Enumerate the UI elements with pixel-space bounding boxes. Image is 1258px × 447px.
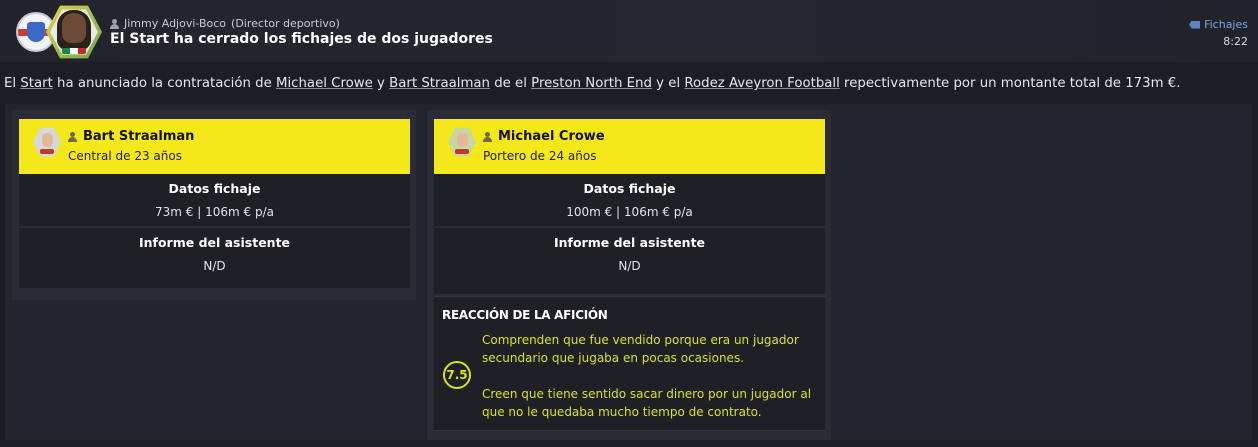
transfer-data-label: Datos fichaje xyxy=(583,181,676,196)
assistant-report-label: Informe del asistente xyxy=(138,235,291,250)
player-avatar xyxy=(33,127,61,157)
message-header: Jimmy Adjovi-Boco (Director deportivo) E… xyxy=(0,0,1258,62)
transfer-data-value: 100m € | 106m € p/a xyxy=(566,205,693,219)
player-description: Portero de 24 años xyxy=(483,149,597,163)
category-link[interactable]: Fichajes xyxy=(1189,18,1248,31)
player-name-text[interactable]: Bart Straalman xyxy=(83,129,194,144)
transfer-data-value: 73m € | 106m € p/a xyxy=(155,205,274,219)
player-link-michael-crowe[interactable]: Michael Crowe xyxy=(276,76,373,91)
body-text: repectivamente por un montante total de … xyxy=(839,76,1181,91)
fan-reaction-section: REACCIÓN DE LA AFICIÓN Comprenden que fu… xyxy=(434,296,825,431)
player-description: Central de 23 años xyxy=(68,149,182,163)
player-name[interactable]: Michael Crowe xyxy=(483,129,605,144)
assistant-report-value: N/D xyxy=(618,259,641,273)
body-text: El xyxy=(4,76,21,91)
club-link-rodez[interactable]: Rodez Aveyron Football xyxy=(684,76,839,91)
player-name-text[interactable]: Michael Crowe xyxy=(498,129,605,144)
transfer-data-label: Datos fichaje xyxy=(168,181,261,196)
sender-line: Jimmy Adjovi-Boco (Director deportivo) xyxy=(110,17,340,30)
body-text: ha anunciado la contratación de xyxy=(52,76,277,91)
player-card-bart-straalman: Bart Straalman Central de 23 años Datos … xyxy=(12,110,416,300)
person-icon xyxy=(483,131,492,142)
divider xyxy=(434,430,825,431)
player-header[interactable]: Bart Straalman Central de 23 años xyxy=(19,119,410,174)
player-card-michael-crowe: Michael Crowe Portero de 24 años Datos f… xyxy=(427,110,831,440)
assistant-report-value: N/D xyxy=(203,259,226,273)
assistant-report-section: Informe del asistente N/D xyxy=(19,228,410,288)
fan-comment-1: Comprenden que fue vendido porque era un… xyxy=(482,333,799,365)
body-text: y xyxy=(372,76,390,91)
sender-name[interactable]: Jimmy Adjovi-Boco xyxy=(124,17,226,30)
message-time: 8:22 xyxy=(1223,35,1248,48)
club-link-preston[interactable]: Preston North End xyxy=(531,76,652,91)
club-link[interactable]: Start xyxy=(20,76,52,91)
message-body: El Start ha anunciado la contratación de… xyxy=(4,76,1180,91)
tag-icon xyxy=(1189,20,1201,29)
assistant-report-section: Informe del asistente N/D xyxy=(434,228,825,294)
transfer-data-section: Datos fichaje 73m € | 106m € p/a xyxy=(19,174,410,226)
fan-comment-2: Creen que tiene sentido sacar dinero por… xyxy=(482,387,812,419)
message-title: El Start ha cerrado los fichajes de dos … xyxy=(110,31,493,47)
sender-role: (Director deportivo) xyxy=(231,17,340,30)
player-name[interactable]: Bart Straalman xyxy=(68,129,194,144)
category-label[interactable]: Fichajes xyxy=(1204,18,1248,31)
player-avatar xyxy=(448,127,476,157)
transfer-data-section: Datos fichaje 100m € | 106m € p/a xyxy=(434,174,825,226)
assistant-report-label: Informe del asistente xyxy=(553,235,706,250)
player-header[interactable]: Michael Crowe Portero de 24 años xyxy=(434,119,825,174)
body-text: y el xyxy=(651,76,685,91)
person-icon xyxy=(68,131,77,142)
fan-reaction-title: REACCIÓN DE LA AFICIÓN xyxy=(442,308,608,322)
fan-score-badge: 7.5 xyxy=(443,361,471,389)
person-icon xyxy=(110,18,119,29)
player-link-bart-straalman[interactable]: Bart Straalman xyxy=(389,76,490,91)
body-text: de el xyxy=(489,76,532,91)
sender-avatar[interactable] xyxy=(46,4,102,60)
